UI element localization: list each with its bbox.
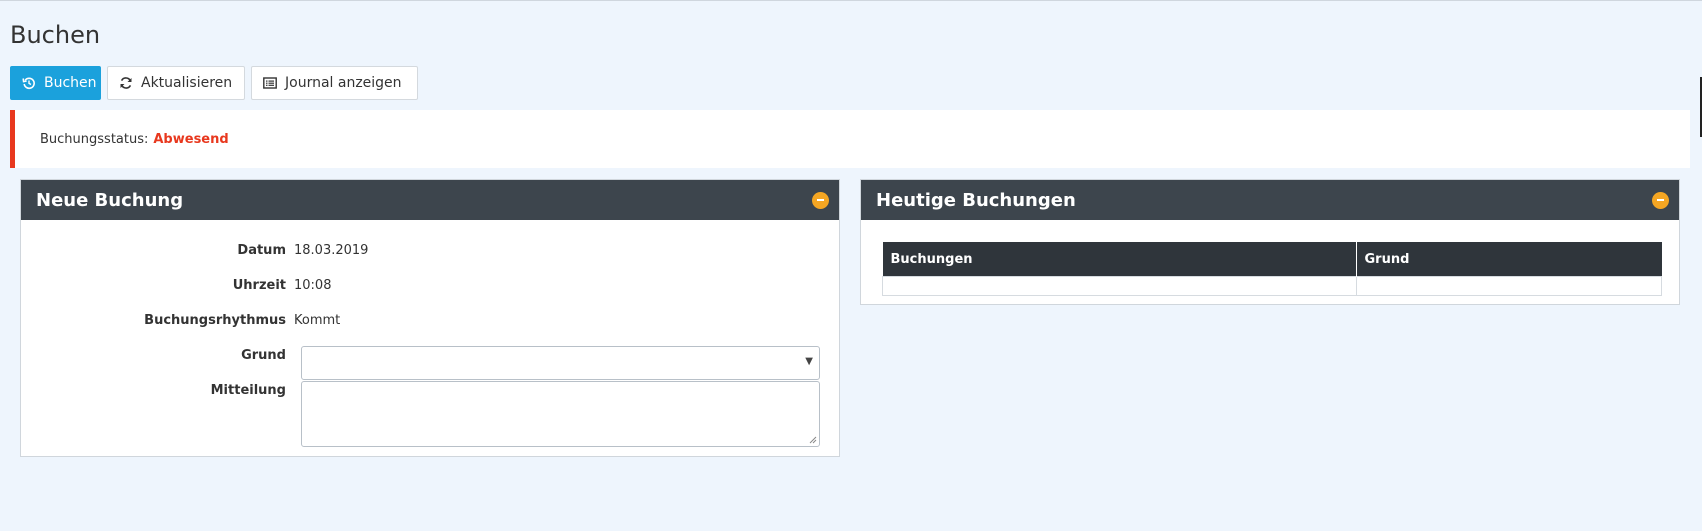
table-header-row: Buchungen Grund	[882, 242, 1662, 277]
buchungsrhythmus-value: Kommt	[294, 313, 341, 328]
today-bookings-panel-header: Heutige Buchungen	[861, 180, 1679, 220]
journal-anzeigen-button[interactable]: Journal anzeigen	[251, 66, 418, 100]
mitteilung-textarea[interactable]	[301, 381, 820, 447]
new-booking-panel-header: Neue Buchung	[21, 180, 839, 220]
buchungsrhythmus-row: Buchungsrhythmus Kommt	[21, 313, 340, 328]
minus-circle-icon[interactable]	[812, 191, 829, 209]
history-icon	[22, 76, 36, 90]
today-bookings-panel: Heutige Buchungen Buchungen Grund	[860, 179, 1680, 305]
today-bookings-table: Buchungen Grund	[882, 242, 1662, 296]
mitteilung-row: Mitteilung	[21, 383, 294, 398]
journal-anzeigen-button-label: Journal anzeigen	[285, 75, 402, 91]
uhrzeit-value: 10:08	[294, 278, 332, 293]
column-header-grund[interactable]: Grund	[1356, 242, 1662, 277]
column-header-buchungen[interactable]: Buchungen	[882, 242, 1357, 277]
grund-label: Grund	[241, 348, 286, 363]
chevron-down-icon: ▼	[805, 356, 813, 367]
table-cell	[882, 276, 1357, 296]
uhrzeit-label: Uhrzeit	[232, 278, 286, 293]
aktualisieren-button[interactable]: Aktualisieren	[107, 66, 245, 100]
aktualisieren-button-label: Aktualisieren	[141, 75, 233, 91]
toolbar: Buchen Aktualisieren Journal anzeigen	[10, 66, 418, 100]
datum-value: 18.03.2019	[294, 243, 369, 258]
datum-row: Datum 18.03.2019	[21, 243, 368, 258]
list-alt-icon	[263, 76, 277, 90]
mitteilung-label: Mitteilung	[210, 383, 286, 398]
today-bookings-panel-title: Heutige Buchungen	[876, 189, 1076, 211]
buchen-button-label: Buchen	[44, 75, 97, 91]
grund-row: Grund	[21, 348, 294, 363]
booking-status-label: Buchungsstatus:	[40, 131, 149, 147]
resize-grip-icon[interactable]	[809, 436, 817, 444]
booking-status-box: Buchungsstatus: Abwesend	[10, 110, 1690, 168]
datum-label: Datum	[237, 243, 286, 258]
buchen-button[interactable]: Buchen	[10, 66, 101, 100]
new-booking-panel: Neue Buchung Datum 18.03.2019 Uhrzeit 10…	[20, 179, 840, 457]
buchungsrhythmus-label: Buchungsrhythmus	[144, 313, 286, 328]
uhrzeit-row: Uhrzeit 10:08	[21, 278, 332, 293]
booking-status-value: Abwesend	[153, 131, 229, 147]
table-cell	[1355, 276, 1662, 296]
new-booking-panel-title: Neue Buchung	[36, 189, 184, 211]
minus-circle-icon[interactable]	[1652, 191, 1669, 209]
page-title: Buchen	[10, 21, 101, 49]
refresh-icon	[119, 76, 133, 90]
table-row	[882, 276, 1662, 296]
grund-select[interactable]: ▼	[301, 346, 820, 380]
